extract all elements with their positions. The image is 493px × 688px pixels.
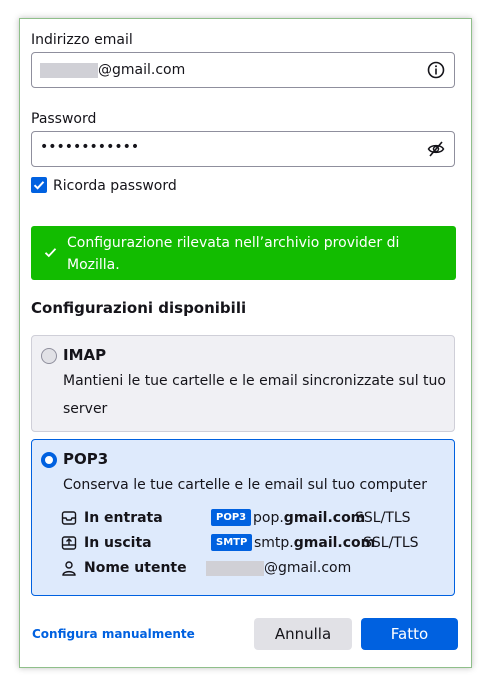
pop3-radio[interactable] bbox=[41, 452, 57, 468]
password-label: Password bbox=[31, 111, 97, 127]
configure-manually-link[interactable]: Configura manualmente bbox=[32, 627, 195, 641]
outgoing-host: smtp.gmail.com bbox=[254, 535, 375, 551]
username-row: Nome utente @gmail.com bbox=[61, 559, 451, 579]
incoming-label: In entrata bbox=[84, 510, 163, 526]
email-suffix: @gmail.com bbox=[98, 62, 186, 78]
remember-password-checkbox[interactable] bbox=[31, 177, 47, 193]
cancel-button[interactable]: Annulla bbox=[254, 618, 352, 650]
password-value: •••••••••••• bbox=[40, 139, 140, 155]
user-icon bbox=[62, 561, 76, 576]
outgoing-label: In uscita bbox=[84, 535, 152, 551]
incoming-host-prefix: pop. bbox=[253, 510, 284, 526]
pop3-option-card[interactable]: POP3 Conserva le tue cartelle e le email… bbox=[31, 439, 455, 596]
incoming-host: pop.gmail.com bbox=[253, 510, 365, 526]
inbox-icon bbox=[61, 511, 77, 525]
outgoing-host-prefix: smtp. bbox=[254, 535, 294, 551]
done-button[interactable]: Fatto bbox=[361, 618, 458, 650]
incoming-protocol-badge: POP3 bbox=[211, 509, 252, 526]
outgoing-security: SSL/TLS bbox=[363, 535, 419, 551]
outgoing-protocol-badge: SMTP bbox=[211, 534, 253, 551]
notice-text: Configurazione rilevata nell’archivio pr… bbox=[67, 235, 400, 273]
check-icon bbox=[44, 248, 57, 258]
provider-notice: Configurazione rilevata nell’archivio pr… bbox=[31, 226, 456, 280]
imap-radio[interactable] bbox=[41, 348, 57, 364]
username-value: @gmail.com bbox=[206, 560, 351, 576]
email-field[interactable]: @gmail.com bbox=[31, 52, 455, 88]
pop3-description: Conserva le tue cartelle e le email sul … bbox=[63, 477, 428, 493]
available-configs-title: Configurazioni disponibili bbox=[31, 299, 247, 317]
username-suffix: @gmail.com bbox=[264, 560, 352, 576]
imap-option-card[interactable]: IMAP Mantieni le tue cartelle e le email… bbox=[31, 335, 455, 432]
outgoing-server-row: In uscita SMTP smtp.gmail.com SSL/TLS bbox=[61, 534, 451, 554]
email-label: Indirizzo email bbox=[31, 32, 133, 48]
imap-description: Mantieni le tue cartelle e le email sinc… bbox=[63, 373, 446, 417]
imap-title: IMAP bbox=[63, 346, 107, 364]
username-label: Nome utente bbox=[84, 560, 187, 576]
username-redacted-block bbox=[206, 560, 264, 576]
email-value: @gmail.com bbox=[40, 62, 185, 78]
checkmark-icon bbox=[33, 181, 45, 190]
incoming-server-row: In entrata POP3 pop.gmail.com SSL/TLS bbox=[61, 509, 451, 529]
outbox-icon bbox=[61, 536, 77, 550]
email-redacted-block bbox=[40, 62, 98, 78]
eye-hidden-icon[interactable] bbox=[427, 140, 445, 158]
info-icon[interactable] bbox=[427, 61, 445, 79]
incoming-security: SSL/TLS bbox=[355, 510, 411, 526]
incoming-host-domain: gmail.com bbox=[283, 510, 366, 526]
password-field[interactable]: •••••••••••• bbox=[31, 131, 455, 167]
remember-password-label[interactable]: Ricorda password bbox=[53, 178, 177, 194]
pop3-title: POP3 bbox=[63, 450, 109, 468]
